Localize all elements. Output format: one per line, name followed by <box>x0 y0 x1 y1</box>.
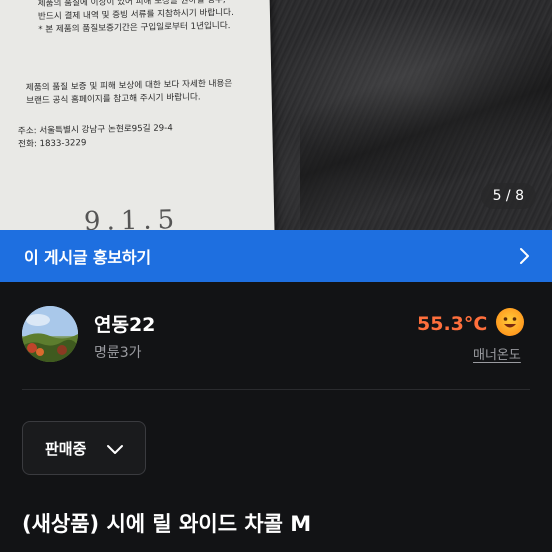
promote-label: 이 게시글 홍보하기 <box>24 248 151 267</box>
avatar-landscape-icon <box>22 306 78 362</box>
image-page-counter: 5 / 8 <box>480 183 536 209</box>
divider <box>22 389 530 390</box>
sale-status-label: 판매중 <box>45 439 87 458</box>
promote-post-banner[interactable]: 이 게시글 홍보하기 <box>0 230 552 282</box>
sale-status-dropdown[interactable]: 판매중 <box>22 421 146 475</box>
chevron-down-icon <box>107 445 123 454</box>
tag-contact-text: 주소: 서울특별시 강남구 논현로95길 29-4 전화: 1833-3229 <box>18 122 173 151</box>
seller-location: 명륜3가 <box>94 345 142 361</box>
post-title: (새상품) 시에 릴 와이드 차콜 M <box>22 512 312 536</box>
seller-name[interactable]: 연동22 <box>94 310 155 337</box>
chevron-right-icon <box>520 248 529 264</box>
smile-face-icon <box>496 308 524 336</box>
product-photo[interactable]: 제품의 품질에 이상이 있어 피해 보상을 원하실 경우, 반드시 결제 내역 … <box>0 0 552 230</box>
avatar[interactable] <box>22 306 78 362</box>
seller-profile[interactable]: 연동22 명륜3가 55.3°C 매너온도 <box>0 282 552 382</box>
tag-info-text: 제품의 품질 보증 및 피해 보상에 대한 보다 자세한 내용은 브랜드 공식 … <box>26 78 233 108</box>
tag-warranty-text: 제품의 품질에 이상이 있어 피해 보상을 원하실 경우, 반드시 결제 내역 … <box>38 0 235 37</box>
manner-temperature-link[interactable]: 매너온도 <box>473 344 521 363</box>
manner-temperature: 55.3°C <box>417 313 488 335</box>
tag-bottom-print: 9.1.5 <box>83 204 181 230</box>
